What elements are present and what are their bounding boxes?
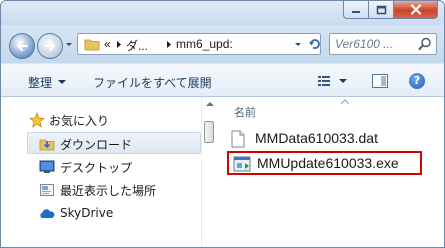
- download-folder-icon: [39, 139, 55, 151]
- nav-item-label: ダウンロード: [60, 138, 133, 152]
- navigation-pane: お気に入り ダウンロード デスクトップ 最近表示した場所 SkyDrive: [1, 97, 201, 247]
- pane-splitter[interactable]: [201, 97, 217, 247]
- address-dropdown-icon[interactable]: [294, 42, 302, 48]
- recent-places-icon: [40, 184, 54, 196]
- nav-item-downloads[interactable]: ダウンロード: [27, 132, 201, 154]
- nav-item-skydrive[interactable]: SkyDrive: [1, 203, 197, 225]
- minimize-button[interactable]: [343, 1, 369, 19]
- extract-all-button[interactable]: ファイルをすべて展開: [93, 74, 212, 91]
- address-bar[interactable]: « ダ... mm6_upd:: [77, 33, 321, 55]
- address-segment-downloads[interactable]: ダ...: [126, 37, 148, 54]
- chevron-right-icon: [117, 41, 121, 48]
- file-icon: [231, 130, 245, 148]
- column-header-name[interactable]: 名前: [234, 104, 256, 120]
- organize-dropdown-icon: [58, 80, 66, 84]
- scrollbar-thumb[interactable]: [204, 121, 214, 143]
- window-controls: [343, 1, 438, 19]
- nav-item-label: 最近表示した場所: [60, 184, 157, 198]
- minimize-icon: [352, 10, 360, 13]
- nav-item-label: デスクトップ: [60, 161, 133, 175]
- close-icon: [410, 4, 421, 15]
- forward-arrow-icon: [43, 40, 56, 52]
- maximize-icon: [376, 5, 386, 14]
- maximize-button[interactable]: [369, 1, 394, 19]
- search-placeholder: Ver6100 ...: [335, 37, 394, 51]
- nav-item-label: SkyDrive: [60, 206, 114, 220]
- search-icon[interactable]: [418, 37, 432, 51]
- skydrive-icon: [40, 209, 55, 218]
- file-name: MMUpdate610033.exe: [257, 155, 399, 171]
- address-overflow[interactable]: «: [104, 37, 111, 51]
- command-bar: 整理 ファイルをすべて展開 ?: [1, 63, 444, 97]
- navigation-bar: « ダ... mm6_upd: Ver6100 ...: [1, 25, 444, 63]
- forward-button[interactable]: [37, 33, 63, 59]
- scroll-up-arrow-icon[interactable]: [206, 101, 214, 106]
- explorer-window: « ダ... mm6_upd: Ver6100 ... 整理 ファイルをすべて展…: [0, 0, 445, 248]
- back-arrow-icon: [16, 40, 29, 52]
- exe-icon: [233, 156, 251, 172]
- desktop-icon: [39, 160, 55, 173]
- search-box[interactable]: Ver6100 ...: [329, 33, 437, 55]
- organize-button[interactable]: 整理: [28, 74, 52, 91]
- nav-item-label: お気に入り: [49, 114, 110, 128]
- refresh-icon[interactable]: [308, 37, 322, 51]
- recent-pages-chevron-icon[interactable]: [65, 42, 73, 48]
- sort-ascending-icon: [341, 99, 349, 104]
- preview-pane-icon[interactable]: [372, 74, 388, 88]
- file-name: MMData610033.dat: [255, 130, 378, 146]
- nav-item-favorites[interactable]: お気に入り: [1, 109, 197, 131]
- favorites-star-icon: [29, 112, 45, 128]
- file-row[interactable]: MMData610033.dat: [227, 127, 422, 151]
- help-button[interactable]: ?: [409, 73, 425, 89]
- address-segment-folder[interactable]: mm6_upd:: [176, 37, 233, 51]
- view-options-icon[interactable]: [317, 75, 347, 87]
- back-button[interactable]: [9, 33, 35, 59]
- nav-item-desktop[interactable]: デスクトップ: [1, 156, 197, 178]
- file-row-highlighted[interactable]: MMUpdate610033.exe: [227, 151, 422, 175]
- close-button[interactable]: [394, 1, 438, 19]
- chevron-right-icon: [167, 41, 171, 48]
- title-bar: [1, 1, 444, 25]
- nav-item-recent-places[interactable]: 最近表示した場所: [1, 179, 197, 201]
- folder-icon: [84, 39, 100, 51]
